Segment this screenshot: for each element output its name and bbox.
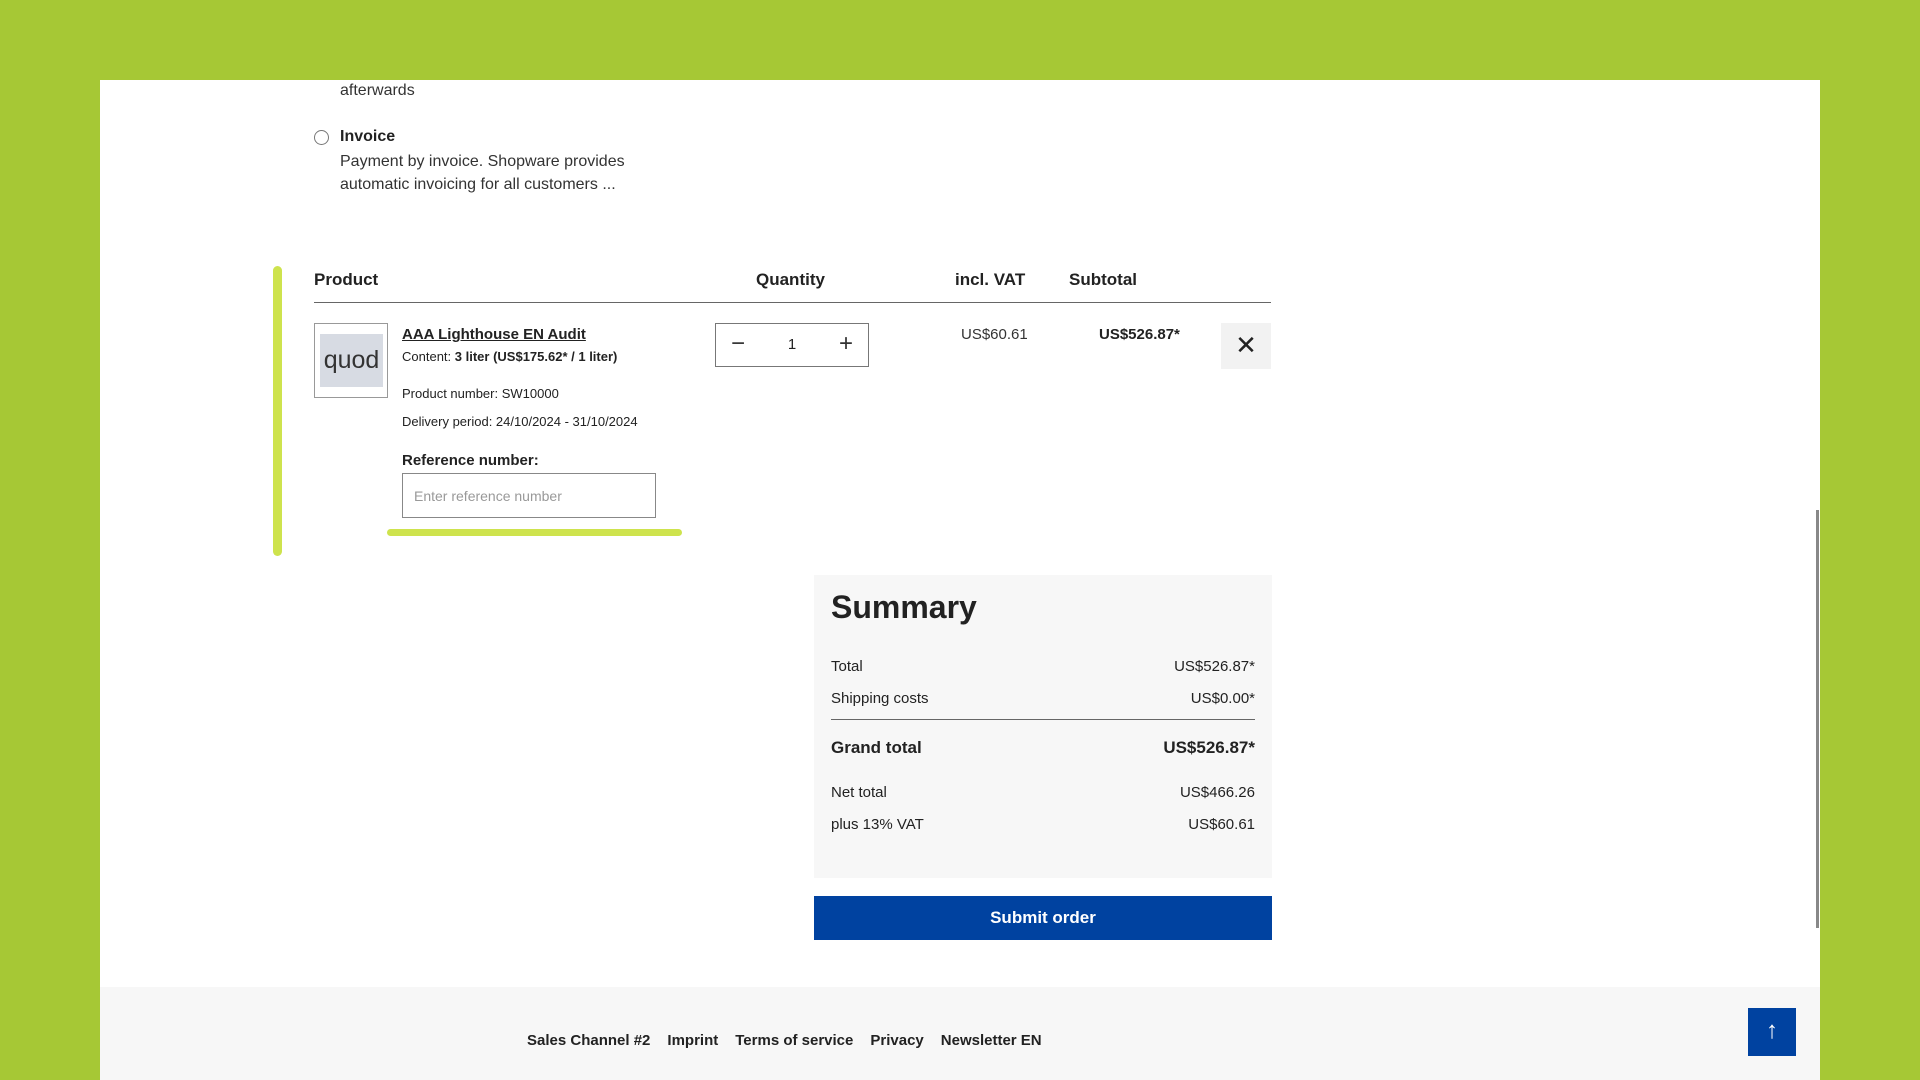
summary-grand-total-value: US$526.87*: [1163, 738, 1255, 757]
quantity-stepper: − 1 +: [715, 323, 869, 367]
checkout-page: afterwards Invoice Payment by invoice. S…: [100, 80, 1820, 1080]
payment-method-description-tail: afterwards: [340, 82, 415, 99]
footer-link-newsletter[interactable]: Newsletter EN: [941, 1032, 1042, 1049]
product-content-value: 3 liter (US$175.62* / 1 liter): [454, 349, 618, 364]
invoice-radio[interactable]: [314, 130, 329, 145]
summary-shipping-label: Shipping costs: [831, 690, 929, 707]
summary-title: Summary: [831, 589, 977, 625]
summary-total-label: Total: [831, 658, 863, 675]
minus-icon[interactable]: −: [716, 324, 760, 366]
footer: Sales Channel #2 Imprint Terms of servic…: [100, 987, 1820, 1080]
quantity-value[interactable]: 1: [760, 324, 824, 366]
remove-item-button[interactable]: ✕: [1221, 323, 1271, 369]
item-vat-price: US$60.61: [961, 326, 1028, 343]
delivery-period: Delivery period: 24/10/2024 - 31/10/2024: [402, 414, 638, 429]
plus-icon[interactable]: +: [824, 324, 868, 366]
summary-shipping-value: US$0.00*: [1190, 690, 1255, 707]
arrow-up-icon: ↑: [1766, 1017, 1778, 1044]
close-icon: ✕: [1235, 330, 1257, 360]
summary-divider: [831, 719, 1255, 720]
header-product: Product: [314, 270, 379, 289]
cart-table-header: Product Quantity incl. VAT Subtotal: [314, 270, 1271, 303]
invoice-description: Payment by invoice. Shopware provides au…: [340, 153, 625, 193]
footer-link-privacy[interactable]: Privacy: [870, 1032, 923, 1049]
header-quantity: Quantity: [756, 270, 825, 289]
footer-link-sales-channel[interactable]: Sales Channel #2: [527, 1032, 650, 1049]
product-content-label: Content:: [402, 349, 452, 364]
product-thumbnail-image: quod: [320, 334, 383, 387]
header-vat: incl. VAT: [955, 270, 1026, 289]
product-thumbnail[interactable]: quod: [314, 323, 388, 398]
summary-grand-total-label: Grand total: [831, 738, 922, 757]
item-subtotal: US$526.87*: [1099, 326, 1180, 343]
submit-order-button[interactable]: Submit order: [814, 896, 1272, 940]
invoice-title[interactable]: Invoice: [340, 128, 395, 146]
summary-total-value: US$526.87*: [1174, 658, 1255, 675]
header-subtotal: Subtotal: [1069, 270, 1137, 289]
footer-links: Sales Channel #2 Imprint Terms of servic…: [527, 1032, 1042, 1049]
summary-vat-value: US$60.61: [1188, 816, 1255, 833]
scroll-to-top-button[interactable]: ↑: [1748, 1008, 1796, 1056]
product-number: Product number: SW10000: [402, 386, 559, 401]
scrollbar[interactable]: [1816, 510, 1819, 928]
footer-link-terms[interactable]: Terms of service: [735, 1032, 853, 1049]
order-summary: Summary Total US$526.87* Shipping costs …: [814, 575, 1272, 878]
product-name-link[interactable]: AAA Lighthouse EN Audit: [402, 326, 586, 343]
product-content: Content: 3 liter (US$175.62* / 1 liter): [402, 349, 617, 364]
summary-vat-label: plus 13% VAT: [831, 816, 924, 833]
highlight-marker-underline: [387, 529, 682, 536]
summary-net-total-label: Net total: [831, 784, 887, 801]
highlight-marker-vertical: [273, 266, 282, 556]
footer-link-imprint[interactable]: Imprint: [667, 1032, 718, 1049]
reference-number-input[interactable]: [402, 473, 656, 518]
reference-number-label: Reference number:: [402, 452, 539, 469]
summary-net-total-value: US$466.26: [1179, 784, 1255, 801]
